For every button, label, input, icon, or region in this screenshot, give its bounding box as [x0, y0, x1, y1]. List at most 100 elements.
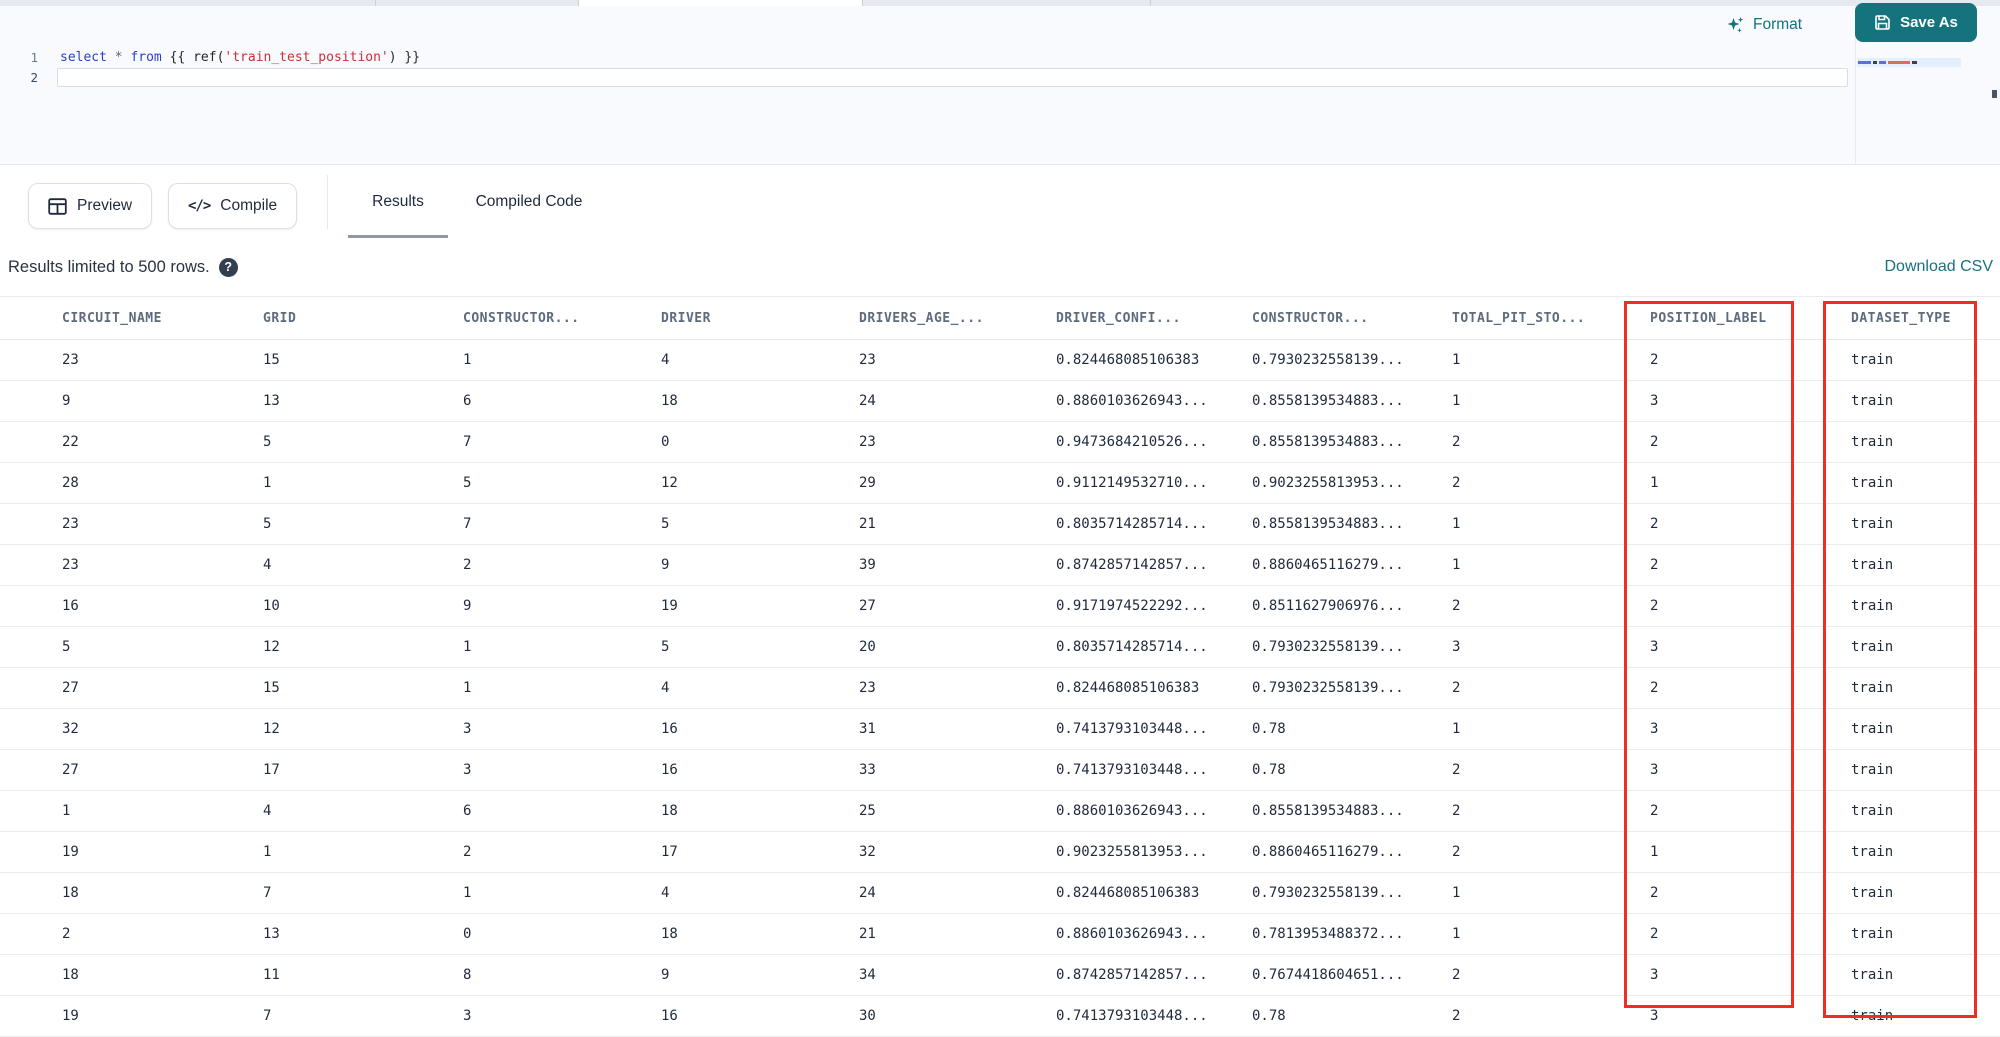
table-cell: 28 [0, 462, 263, 504]
table-cell: 16 [661, 749, 859, 791]
table-cell: 2 [1650, 667, 1851, 709]
column-header: CONSTRUCTOR... [463, 296, 661, 340]
table-cell: 1 [463, 667, 661, 709]
table-cell: 17 [661, 831, 859, 873]
table-cell: 2 [1650, 913, 1851, 955]
tab-compiled-code[interactable]: Compiled Code [452, 165, 606, 238]
table-cell: 5 [263, 421, 463, 463]
table-cell: 0.7413793103448... [1056, 708, 1252, 750]
table-row: 19 1 2 17 32 0.9023255813953... 0.886046511627… [0, 831, 2000, 873]
table-cell: 31 [859, 708, 1056, 750]
table-cell: 18 [661, 380, 859, 422]
table-grid-icon [48, 197, 67, 215]
table-cell: train [1851, 503, 2000, 545]
table-cell: 27 [859, 585, 1056, 627]
table-cell: 0.8558139534883... [1252, 380, 1452, 422]
table-cell: 3 [463, 708, 661, 750]
table-cell: 23 [859, 421, 1056, 463]
table-cell: 1 [1650, 462, 1851, 504]
table-cell: 1 [263, 831, 463, 873]
table-cell: 8 [463, 954, 661, 996]
table-cell: 3 [1650, 749, 1851, 791]
table-cell: 0.8035714285714... [1056, 626, 1252, 668]
table-cell: 2 [1650, 790, 1851, 832]
table-cell: train [1851, 462, 2000, 504]
table-cell: 27 [0, 667, 263, 709]
table-cell: train [1851, 626, 2000, 668]
tab-results[interactable]: Results [352, 165, 444, 238]
table-cell: 5 [661, 503, 859, 545]
table-cell: 32 [859, 831, 1056, 873]
preview-label: Preview [77, 197, 133, 214]
table-cell: train [1851, 872, 2000, 914]
table-cell: 1 [1650, 831, 1851, 873]
table-cell: 5 [661, 626, 859, 668]
table-cell: train [1851, 421, 2000, 463]
table-row: 32 12 3 16 31 0.7413793103448... 0.78 1 3 train [0, 708, 2000, 750]
results-table: CIRCUIT_NAME GRID CONSTRUCTOR... DRIVER DRIV… [0, 296, 2000, 1037]
table-cell: 3 [1650, 380, 1851, 422]
table-cell: 12 [661, 462, 859, 504]
table-cell: 0.7813953488372... [1252, 913, 1452, 955]
table-cell: 7 [263, 995, 463, 1037]
table-cell: 0.9023255813953... [1056, 831, 1252, 873]
table-cell: 1 [1452, 503, 1650, 545]
table-cell: train [1851, 995, 2000, 1037]
column-header: DATASET_TYPE [1851, 296, 2000, 340]
table-cell: 0.8860103626943... [1056, 380, 1252, 422]
table-cell: 0.824468085106383 [1056, 872, 1252, 914]
table-cell: 23 [859, 339, 1056, 381]
table-cell: 23 [0, 544, 263, 586]
table-cell: 9 [661, 954, 859, 996]
table-cell: 3 [463, 995, 661, 1037]
row-limit-text: Results limited to 500 rows. [8, 257, 210, 276]
table-cell: 24 [859, 872, 1056, 914]
download-csv-link[interactable]: Download CSV [1885, 238, 1994, 296]
column-header: TOTAL_PIT_STO... [1452, 296, 1650, 340]
preview-button[interactable]: Preview [28, 183, 153, 229]
table-cell: train [1851, 339, 2000, 381]
table-cell: 0.9171974522292... [1056, 585, 1252, 627]
table-cell: 4 [661, 667, 859, 709]
table-cell: train [1851, 913, 2000, 955]
table-cell: 0.7413793103448... [1056, 995, 1252, 1037]
table-cell: 13 [263, 913, 463, 955]
column-header: CIRCUIT_NAME [0, 296, 263, 340]
table-cell: 17 [263, 749, 463, 791]
code-line[interactable]: select * from {{ ref('train_test_positio… [60, 50, 420, 65]
table-cell: 3 [1452, 626, 1650, 668]
save-as-button[interactable]: Save As [1855, 3, 1977, 42]
active-line-highlight[interactable] [57, 68, 1848, 87]
compile-button[interactable]: </> Compile [168, 183, 298, 229]
table-cell: 23 [0, 339, 263, 381]
table-cell: 6 [463, 790, 661, 832]
table-cell: 0.8742857142857... [1056, 954, 1252, 996]
table-cell: 0.7930232558139... [1252, 339, 1452, 381]
table-cell: 3 [463, 749, 661, 791]
table-cell: 0.8035714285714... [1056, 503, 1252, 545]
table-cell: 19 [0, 831, 263, 873]
table-cell: 0.7930232558139... [1252, 872, 1452, 914]
table-cell: 23 [859, 667, 1056, 709]
table-cell: 33 [859, 749, 1056, 791]
table-cell: 1 [463, 339, 661, 381]
table-cell: 25 [859, 790, 1056, 832]
table-cell: 2 [1452, 667, 1650, 709]
table-cell: 9 [463, 585, 661, 627]
table-cell: 5 [463, 462, 661, 504]
save-icon [1874, 14, 1891, 31]
format-button[interactable]: Format [1726, 13, 1802, 37]
help-icon[interactable]: ? [218, 257, 238, 277]
table-cell: 29 [859, 462, 1056, 504]
table-cell: 16 [661, 995, 859, 1037]
table-cell: 1 [263, 462, 463, 504]
table-row: 19 7 3 16 30 0.7413793103448... 0.78 2 3 train [0, 995, 2000, 1037]
code-minimap[interactable] [1857, 58, 1961, 67]
sql-editor[interactable]: 1 2 select * from {{ ref('train_test_pos… [0, 6, 2000, 164]
table-row: 28 1 5 12 29 0.9112149532710... 0.902325581395… [0, 462, 2000, 504]
table-cell: 34 [859, 954, 1056, 996]
table-cell: 15 [263, 667, 463, 709]
table-cell: 11 [263, 954, 463, 996]
table-cell: 19 [661, 585, 859, 627]
scrollbar-marker[interactable] [1992, 90, 1997, 98]
